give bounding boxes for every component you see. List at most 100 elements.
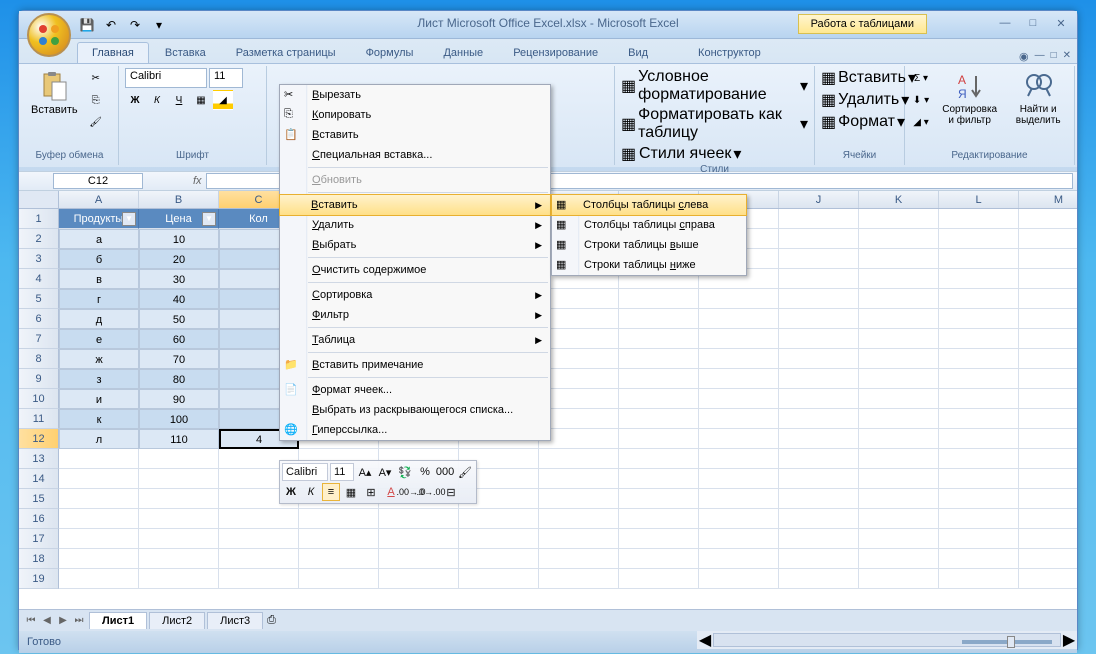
table-cell[interactable]: б bbox=[59, 249, 139, 269]
row-header[interactable]: 7 bbox=[19, 329, 59, 349]
sheet-tab[interactable]: Лист3 bbox=[207, 612, 263, 629]
close-button[interactable]: ✕ bbox=[1051, 15, 1071, 31]
context-menu-item[interactable]: 📋Вставить bbox=[280, 125, 550, 145]
table-cell[interactable]: и bbox=[59, 389, 139, 409]
font-size-dropdown[interactable]: 11 bbox=[209, 68, 243, 88]
mini-borders-icon[interactable]: ⊞ bbox=[362, 483, 380, 501]
mini-accounting-icon[interactable]: 💱 bbox=[396, 463, 414, 481]
context-menu-item[interactable]: 🌐Гиперссылка... bbox=[280, 420, 550, 440]
sheet-tab[interactable]: Лист2 bbox=[149, 612, 205, 629]
row-header[interactable]: 19 bbox=[19, 569, 59, 589]
column-header[interactable]: A bbox=[59, 191, 139, 208]
tab-home[interactable]: Главная bbox=[77, 42, 149, 63]
column-header[interactable]: M bbox=[1019, 191, 1077, 208]
mini-shrink-font-icon[interactable]: A▾ bbox=[376, 463, 394, 481]
cut-icon[interactable]: ✂ bbox=[86, 68, 106, 88]
table-cell[interactable]: 60 bbox=[139, 329, 219, 349]
sort-filter-button[interactable]: АЯ Сортировка и фильтр bbox=[935, 68, 1004, 150]
conditional-format-button[interactable]: ▦Условное форматирование ▾ bbox=[621, 68, 808, 104]
maximize-button[interactable]: □ bbox=[1023, 15, 1043, 31]
redo-icon[interactable]: ↷ bbox=[125, 15, 145, 35]
copy-icon[interactable]: ⎘ bbox=[86, 90, 106, 110]
table-cell[interactable]: з bbox=[59, 369, 139, 389]
filter-dropdown-icon[interactable]: ▼ bbox=[122, 212, 136, 226]
table-cell[interactable]: 30 bbox=[139, 269, 219, 289]
tab-review[interactable]: Рецензирование bbox=[499, 43, 612, 63]
table-cell[interactable]: 50 bbox=[139, 309, 219, 329]
save-icon[interactable]: 💾 bbox=[77, 15, 97, 35]
find-select-button[interactable]: Найти и выделить bbox=[1008, 68, 1068, 150]
table-cell[interactable]: 20 bbox=[139, 249, 219, 269]
zoom-slider[interactable] bbox=[962, 640, 1052, 644]
table-cell[interactable]: 40 bbox=[139, 289, 219, 309]
row-header[interactable]: 12 bbox=[19, 429, 59, 449]
format-as-table-button[interactable]: ▦Форматировать как таблицу ▾ bbox=[621, 106, 808, 142]
context-menu-item[interactable]: Сортировка▶ bbox=[280, 285, 550, 305]
context-submenu-item[interactable]: ▦Строки таблицы ниже bbox=[552, 255, 746, 275]
table-header-cell[interactable]: Продукты▼ bbox=[59, 209, 139, 229]
table-cell[interactable]: 90 bbox=[139, 389, 219, 409]
mini-dec-dec-icon[interactable]: .0→.00 bbox=[422, 483, 440, 501]
mini-italic-icon[interactable]: К bbox=[302, 483, 320, 501]
fill-icon[interactable]: ⬇ ▾ bbox=[911, 90, 931, 110]
context-submenu-item[interactable]: ▦Столбцы таблицы справа bbox=[552, 215, 746, 235]
table-cell[interactable]: 80 bbox=[139, 369, 219, 389]
bold-button[interactable]: Ж bbox=[125, 90, 145, 110]
context-menu-item[interactable]: ✂Вырезать bbox=[280, 85, 550, 105]
tab-data[interactable]: Данные bbox=[429, 43, 497, 63]
mini-fill-icon[interactable]: ▦ bbox=[342, 483, 360, 501]
fx-icon[interactable]: fx bbox=[193, 175, 202, 187]
font-name-dropdown[interactable]: Calibri bbox=[125, 68, 207, 88]
filter-dropdown-icon[interactable]: ▼ bbox=[202, 212, 216, 226]
tab-formulas[interactable]: Формулы bbox=[352, 43, 428, 63]
column-header[interactable]: B bbox=[139, 191, 219, 208]
doc-close-icon[interactable]: ✕ bbox=[1063, 50, 1071, 63]
context-menu-item[interactable]: Выбрать▶ bbox=[280, 235, 550, 255]
name-box[interactable]: C12 bbox=[53, 173, 143, 189]
undo-icon[interactable]: ↶ bbox=[101, 15, 121, 35]
help-icon[interactable]: ◉ bbox=[1019, 50, 1029, 63]
column-header[interactable]: K bbox=[859, 191, 939, 208]
table-cell[interactable]: г bbox=[59, 289, 139, 309]
row-header[interactable]: 5 bbox=[19, 289, 59, 309]
context-submenu-item[interactable]: ▦Строки таблицы выше bbox=[552, 235, 746, 255]
italic-button[interactable]: К bbox=[147, 90, 167, 110]
context-menu-item[interactable]: 📁Вставить примечание bbox=[280, 355, 550, 375]
underline-button[interactable]: Ч bbox=[169, 90, 189, 110]
table-cell[interactable]: 70 bbox=[139, 349, 219, 369]
sheet-nav[interactable]: ⏮◀▶⏭ bbox=[23, 615, 87, 626]
autosum-icon[interactable]: Σ ▾ bbox=[911, 68, 931, 88]
qat-dropdown-icon[interactable]: ▾ bbox=[149, 15, 169, 35]
tab-layout[interactable]: Разметка страницы bbox=[222, 43, 350, 63]
row-header[interactable]: 15 bbox=[19, 489, 59, 509]
fill-color-icon[interactable]: ◢ bbox=[213, 90, 233, 110]
context-menu-item[interactable]: Таблица▶ bbox=[280, 330, 550, 350]
cells-format-button[interactable]: ▦ Формат ▾ bbox=[821, 112, 898, 132]
mini-format-painter-icon[interactable]: 🖌 bbox=[456, 463, 474, 481]
cell-styles-button[interactable]: ▦Стили ячеек ▾ bbox=[621, 144, 808, 164]
mini-percent-icon[interactable]: % bbox=[416, 463, 434, 481]
row-header[interactable]: 9 bbox=[19, 369, 59, 389]
doc-restore-icon[interactable]: □ bbox=[1051, 50, 1057, 63]
clear-icon[interactable]: ◢ ▾ bbox=[911, 112, 931, 132]
row-header[interactable]: 3 bbox=[19, 249, 59, 269]
row-header[interactable]: 18 bbox=[19, 549, 59, 569]
mini-bold-icon[interactable]: Ж bbox=[282, 483, 300, 501]
row-header[interactable]: 2 bbox=[19, 229, 59, 249]
select-all-corner[interactable] bbox=[19, 191, 59, 209]
mini-grow-font-icon[interactable]: A▴ bbox=[356, 463, 374, 481]
column-header[interactable]: L bbox=[939, 191, 1019, 208]
context-menu-item[interactable]: Вставить▶ bbox=[279, 194, 551, 216]
row-header[interactable]: 10 bbox=[19, 389, 59, 409]
context-menu-item[interactable]: Удалить▶ bbox=[280, 215, 550, 235]
row-header[interactable]: 11 bbox=[19, 409, 59, 429]
row-header[interactable]: 13 bbox=[19, 449, 59, 469]
context-submenu-item[interactable]: ▦Столбцы таблицы слева bbox=[551, 194, 747, 216]
context-menu-item[interactable]: Очистить содержимое bbox=[280, 260, 550, 280]
context-menu-item[interactable]: Специальная вставка... bbox=[280, 145, 550, 165]
new-sheet-icon[interactable]: ⎙ bbox=[267, 614, 276, 627]
doc-minimize-icon[interactable]: — bbox=[1035, 50, 1045, 63]
table-cell[interactable]: 100 bbox=[139, 409, 219, 429]
row-header[interactable]: 17 bbox=[19, 529, 59, 549]
table-cell[interactable]: 10 bbox=[139, 229, 219, 249]
